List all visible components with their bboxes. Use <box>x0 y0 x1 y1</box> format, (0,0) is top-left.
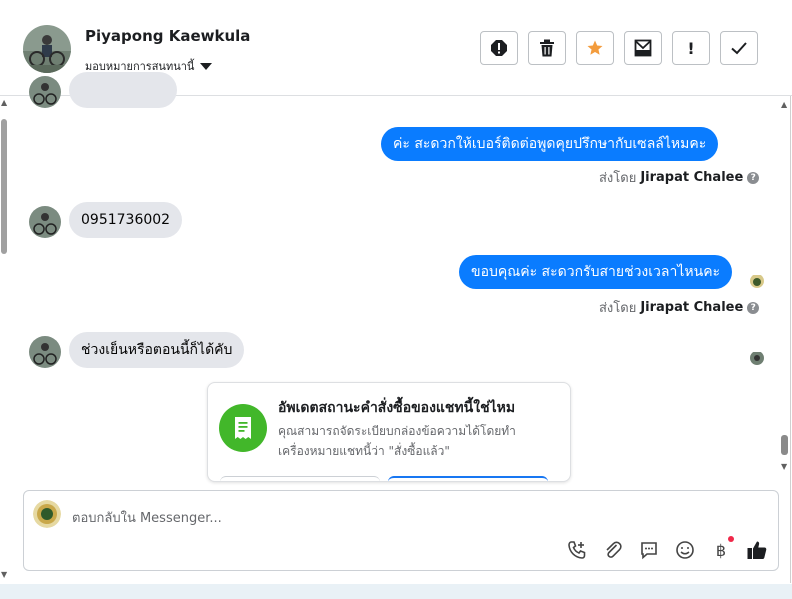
seen-by-avatar <box>750 351 764 365</box>
scroll-up-arrow-right[interactable]: ▲ <box>781 100 787 109</box>
star-button[interactable] <box>576 31 614 65</box>
card-description: คุณสามารถจัดระเบียบกล่องข้อความได้โดยทำเ… <box>278 424 516 458</box>
sent-by-line: ส่งโดย Jirapat Chalee ? <box>599 297 760 318</box>
message-bubble-incoming[interactable] <box>69 72 177 108</box>
card-title: อัพเดตสถานะคำสั่งซื้อของแชทนี้ใช่ไหม <box>278 400 516 416</box>
seen-by-avatar <box>750 274 764 288</box>
left-scrollbar-thumb[interactable] <box>1 119 7 254</box>
check-icon <box>731 42 747 55</box>
follow-up-button[interactable]: ! <box>672 31 710 65</box>
chat-bubble-icon[interactable] <box>638 539 660 561</box>
message-sender-avatar <box>29 206 61 238</box>
delete-button[interactable] <box>528 31 566 65</box>
archive-button[interactable] <box>624 31 662 65</box>
reply-input[interactable]: ตอบกลับใน Messenger... <box>72 507 222 528</box>
mark-spam-button[interactable] <box>480 31 518 65</box>
page-avatar <box>33 500 61 528</box>
sent-by-name: Jirapat Chalee <box>640 300 744 315</box>
paperclip-icon[interactable] <box>602 539 624 561</box>
card-dismiss-button[interactable] <box>220 476 380 481</box>
caret-down-icon <box>200 62 213 70</box>
notification-dot <box>728 536 734 542</box>
phone-add-icon[interactable] <box>566 539 588 561</box>
sent-by-label: ส่งโดย <box>599 301 637 316</box>
baht-symbol: ฿ <box>715 540 727 560</box>
payment-baht-icon[interactable]: ฿ <box>710 539 732 561</box>
contact-name[interactable]: Piyapong Kaewkula <box>85 27 250 45</box>
message-bubble-outgoing[interactable]: ค่ะ สะดวกให้เบอร์ติดต่อพูดคุยปรึกษากับเซ… <box>381 127 719 161</box>
scroll-down-arrow-right[interactable]: ▼ <box>781 462 787 471</box>
sent-by-line: ส่งโดย Jirapat Chalee ? <box>599 167 760 188</box>
like-thumbs-up-icon[interactable] <box>746 539 768 561</box>
contact-avatar[interactable] <box>23 25 71 73</box>
reply-composer: ตอบกลับใน Messenger... ฿ <box>23 490 779 571</box>
message-bubble-incoming[interactable]: 0951736002 <box>69 202 183 238</box>
scroll-up-arrow-left[interactable]: ▲ <box>1 98 7 107</box>
right-scrollbar-thumb[interactable] <box>781 435 788 455</box>
help-icon[interactable]: ? <box>747 301 760 314</box>
star-icon <box>587 40 603 55</box>
help-icon[interactable]: ? <box>747 171 760 184</box>
sent-by-label: ส่งโดย <box>599 171 637 186</box>
message-bubble-outgoing[interactable]: ขอบคุณค่ะ สะดวกรับสายช่วงเวลาไหนคะ <box>459 255 733 289</box>
receipt-icon <box>219 404 267 452</box>
mark-done-button[interactable] <box>720 31 758 65</box>
card-confirm-button[interactable] <box>388 476 548 481</box>
bottom-strip <box>0 584 792 599</box>
order-status-prompt-card: อัพเดตสถานะคำสั่งซื้อของแชทนี้ใช่ไหม คุณ… <box>207 382 571 482</box>
exclamation-icon: ! <box>687 38 695 58</box>
emoji-icon[interactable] <box>674 539 696 561</box>
spam-icon <box>491 40 507 56</box>
message-bubble-incoming[interactable]: ช่วงเย็นหรือตอนนี้ก็ได้คับ <box>69 332 245 368</box>
sent-by-name: Jirapat Chalee <box>640 170 744 185</box>
message-sender-avatar <box>29 76 61 108</box>
message-sender-avatar <box>29 336 61 368</box>
trash-icon <box>540 39 554 57</box>
scroll-down-arrow-left[interactable]: ▼ <box>1 570 7 579</box>
archive-icon <box>634 39 652 57</box>
